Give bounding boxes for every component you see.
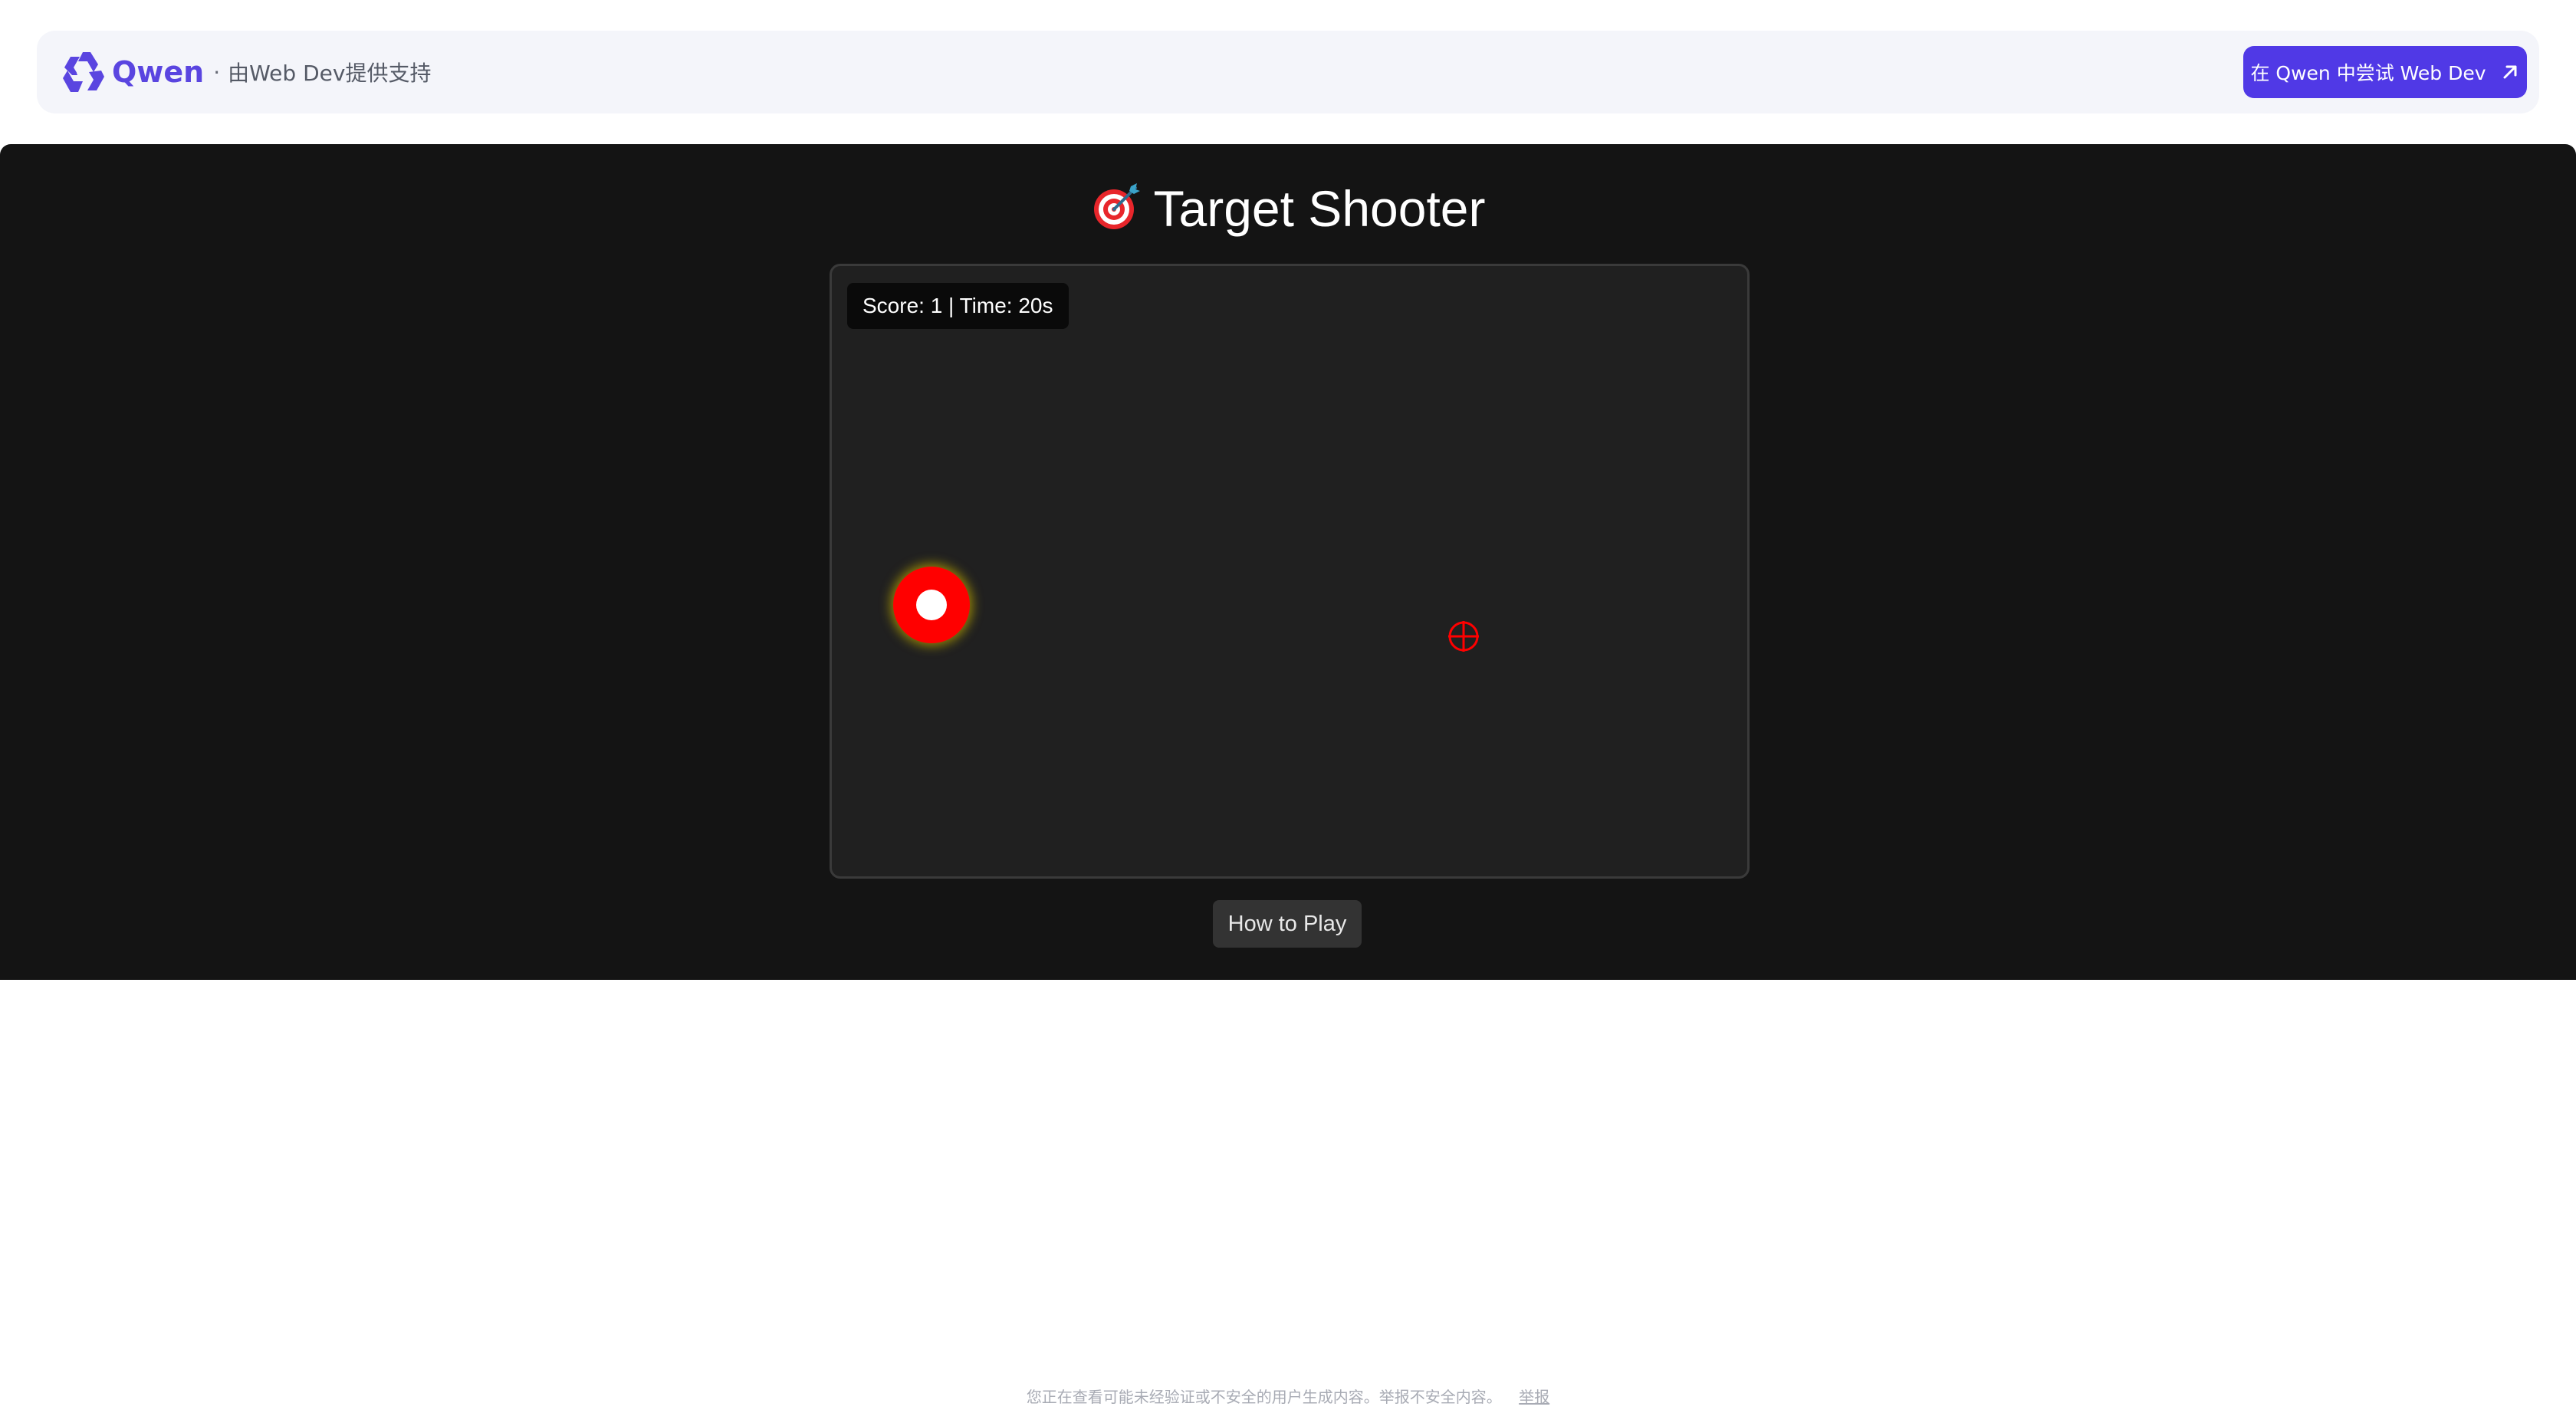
try-in-qwen-button[interactable]: 在 Qwen 中尝试 Web Dev [2243, 46, 2527, 98]
game-title: Target Shooter [0, 178, 2576, 239]
dart-target-icon [1093, 183, 1140, 229]
brand-tagline: 由Web Dev提供支持 [228, 61, 432, 86]
game-app: Target Shooter Score: 1 | Time: 20s How … [0, 144, 2576, 980]
footer-notice: 您正在查看可能未经验证或不安全的用户生成内容。举报不安全内容。 举报 [0, 1385, 2576, 1407]
arrow-up-right-icon [2503, 65, 2517, 79]
top-bar: Qwen · 由Web Dev提供支持 在 Qwen 中尝试 Web Dev [37, 31, 2539, 113]
target-center [916, 590, 947, 620]
score-time-display: Score: 1 | Time: 20s [847, 283, 1069, 329]
brand-name: Qwen [112, 55, 205, 89]
report-link[interactable]: 举报 [1519, 1388, 1549, 1406]
target[interactable] [893, 567, 970, 643]
how-to-play-button[interactable]: How to Play [1213, 900, 1362, 948]
crosshair-icon [1448, 621, 1479, 652]
qwen-logo-icon [63, 52, 104, 92]
brand-separator: · [213, 59, 221, 85]
brand[interactable]: Qwen · 由Web Dev提供支持 [60, 49, 431, 95]
footer-notice-text: 您正在查看可能未经验证或不安全的用户生成内容。举报不安全内容。 [1026, 1388, 1502, 1406]
game-board[interactable]: Score: 1 | Time: 20s [830, 264, 1750, 879]
game-title-text: Target Shooter [1153, 180, 1486, 237]
try-in-qwen-label: 在 Qwen 中尝试 Web Dev [2250, 62, 2486, 84]
